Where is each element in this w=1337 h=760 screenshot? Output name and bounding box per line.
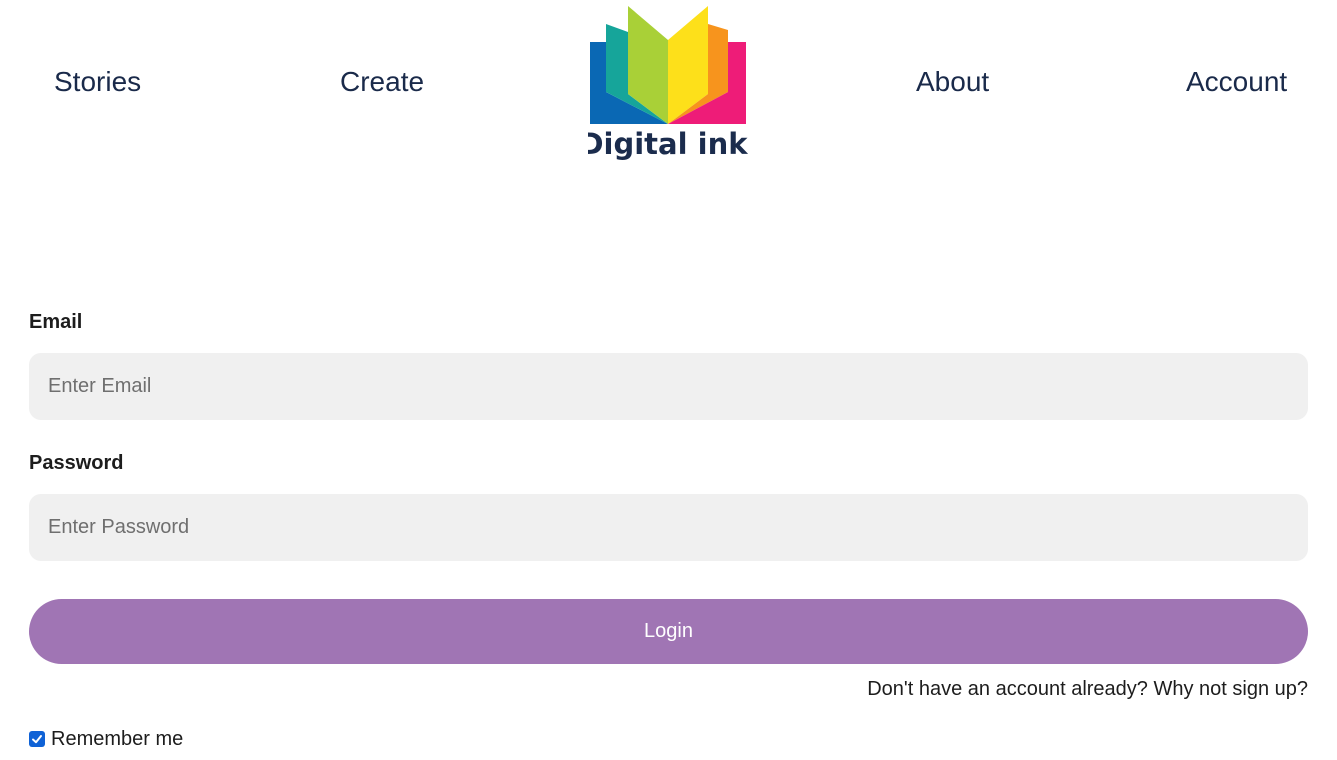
email-field[interactable] [29,353,1308,420]
email-label: Email [29,311,83,333]
nav-link-stories[interactable]: Stories [54,64,141,100]
open-book-logo-icon: Digital ink. [579,6,759,161]
password-label: Password [29,452,124,474]
digital-ink-logo[interactable]: Digital ink. [579,2,759,164]
top-navigation: Stories Create Digital ink. About Accoun… [0,0,1337,170]
login-button[interactable]: Login [29,599,1308,664]
logo-text: Digital ink. [588,127,750,161]
remember-me-checkbox[interactable] [29,731,45,747]
signup-link[interactable]: Don't have an account already? Why not s… [867,677,1308,701]
nav-link-account[interactable]: Account [1186,64,1287,100]
nav-link-about[interactable]: About [916,64,989,100]
check-icon [32,735,42,744]
remember-me-row: Remember me [29,727,183,751]
remember-me-label: Remember me [51,728,184,750]
password-field[interactable] [29,494,1308,561]
nav-link-create[interactable]: Create [340,64,424,100]
